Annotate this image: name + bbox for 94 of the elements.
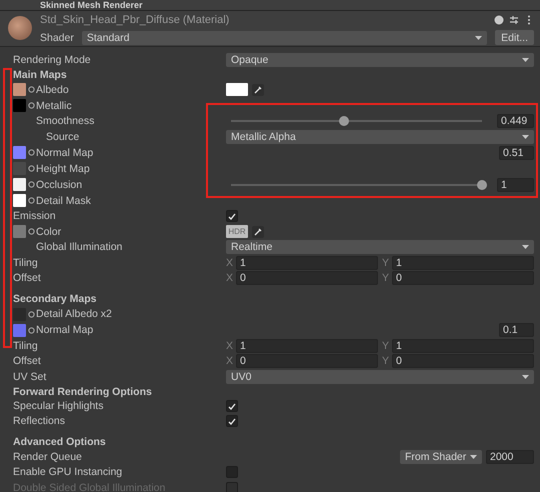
object-picker-icon[interactable] — [28, 102, 35, 109]
caret-icon — [522, 58, 529, 62]
dropdown[interactable]: Opaque — [226, 52, 534, 67]
axis-label: Y — [382, 340, 390, 352]
texture-thumbnail[interactable] — [13, 308, 26, 320]
field-label: Tiling — [13, 340, 38, 352]
field-label: Normal Map — [36, 324, 94, 336]
axis-label: Y — [382, 256, 390, 269]
object-picker-icon[interactable] — [28, 181, 35, 188]
material-title: Std_Skin_Head_Pbr_Diffuse (Material) — [40, 14, 230, 26]
field-label: Height Map — [36, 162, 90, 174]
number-field[interactable]: 0 — [392, 271, 534, 286]
field-label: Enable GPU Instancing — [13, 466, 122, 478]
section-heading: Advanced Options — [13, 436, 106, 448]
edit-button[interactable]: Edit... — [495, 30, 534, 45]
axis-label: Y — [382, 355, 390, 368]
number-field[interactable]: 0 — [392, 354, 534, 368]
object-picker-icon[interactable] — [28, 149, 35, 156]
section-heading: Main Maps — [13, 68, 67, 80]
eyedropper-icon[interactable] — [252, 84, 264, 96]
texture-thumbnail[interactable] — [13, 324, 26, 336]
number-field[interactable]: 0.51 — [499, 146, 534, 160]
texture-thumbnail[interactable] — [13, 225, 26, 238]
number-field[interactable]: 1 — [236, 256, 378, 270]
dropdown[interactable]: Metallic Alpha — [226, 130, 534, 144]
object-picker-icon[interactable] — [28, 165, 35, 172]
object-picker-icon[interactable] — [28, 86, 35, 93]
field-label: Reflections — [13, 415, 65, 427]
object-picker-icon[interactable] — [28, 310, 35, 318]
field-label: Specular Highlights — [13, 400, 104, 412]
field-label: Normal Map — [36, 146, 94, 158]
checkbox[interactable] — [226, 210, 238, 222]
caret-icon — [522, 245, 529, 250]
number-field[interactable]: 1 — [497, 178, 534, 192]
slider-handle[interactable] — [477, 180, 487, 190]
slider-handle[interactable] — [338, 116, 349, 126]
field-label: Emission — [13, 210, 56, 222]
number-field[interactable]: 1 — [236, 338, 378, 353]
field-label: Global Illumination — [36, 241, 122, 254]
axis-label: X — [226, 340, 234, 352]
caret-icon — [475, 36, 482, 40]
object-picker-icon[interactable] — [28, 326, 35, 334]
texture-thumbnail[interactable] — [13, 146, 26, 159]
section-heading: Forward Rendering Options — [13, 386, 152, 398]
number-field[interactable]: 0 — [236, 354, 378, 368]
field-label: Detail Mask — [36, 194, 91, 206]
field-label: Albedo — [36, 84, 69, 96]
field-label: Offset — [13, 355, 41, 368]
texture-thumbnail[interactable] — [13, 162, 26, 175]
checkbox[interactable] — [226, 415, 238, 427]
object-picker-icon[interactable] — [28, 197, 35, 204]
field-label: Smoothness — [36, 115, 94, 128]
field-label: Tiling — [13, 256, 38, 269]
caret-icon — [522, 374, 529, 379]
field-label: Color — [36, 226, 62, 238]
field-label: Metallic — [36, 100, 72, 112]
number-field[interactable]: 0.1 — [499, 323, 534, 337]
color-swatch[interactable] — [226, 83, 248, 96]
eyedropper-icon[interactable] — [252, 226, 264, 238]
field-label: Source — [46, 130, 80, 143]
number-field[interactable]: 2000 — [486, 450, 534, 464]
field-label: Render Queue — [13, 450, 82, 462]
field-label: Detail Albedo x2 — [36, 308, 112, 320]
dropdown[interactable]: From Shader — [400, 450, 482, 464]
number-field[interactable]: 1 — [392, 338, 534, 353]
number-field[interactable]: 1 — [392, 256, 534, 270]
checkbox[interactable] — [226, 466, 238, 478]
section-heading: Secondary Maps — [13, 293, 96, 305]
component-header[interactable]: Skinned Mesh Renderer — [0, 0, 540, 11]
shader-label: Shader — [40, 32, 74, 44]
axis-label: X — [226, 256, 234, 269]
texture-thumbnail[interactable] — [13, 178, 26, 191]
number-field[interactable]: 0.449 — [497, 114, 534, 128]
caret-icon — [522, 134, 529, 139]
texture-thumbnail[interactable] — [13, 99, 26, 112]
axis-label: X — [226, 355, 234, 368]
axis-label: Y — [382, 272, 390, 284]
dropdown[interactable]: UV0 — [226, 370, 534, 384]
object-picker-icon[interactable] — [28, 228, 35, 235]
texture-thumbnail[interactable] — [13, 194, 26, 207]
caret-icon — [470, 454, 477, 458]
dropdown[interactable]: Realtime — [226, 240, 534, 254]
number-field[interactable]: 0 — [236, 271, 378, 286]
checkbox[interactable] — [226, 400, 238, 412]
field-label: Offset — [13, 272, 41, 284]
field-label: UV Set — [13, 370, 46, 383]
axis-label: X — [226, 272, 234, 284]
checkmark-icon — [228, 212, 236, 220]
field-label: Rendering Mode — [13, 54, 91, 66]
texture-thumbnail[interactable] — [13, 83, 26, 96]
material-sphere-icon — [8, 16, 32, 40]
field-label: Occlusion — [36, 178, 82, 190]
component-title: Skinned Mesh Renderer — [40, 0, 143, 10]
shader-dropdown[interactable]: Standard — [82, 30, 488, 44]
